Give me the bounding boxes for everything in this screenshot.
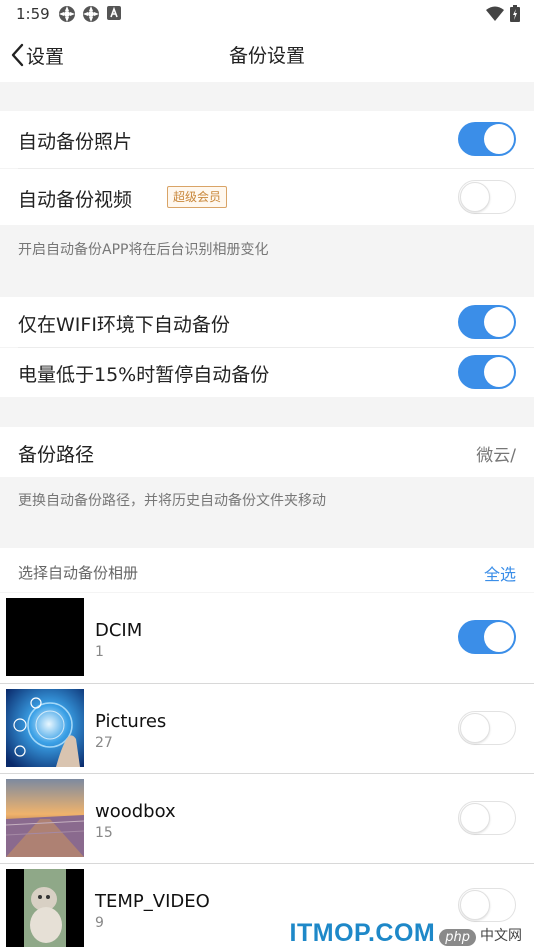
auto-backup-videos-toggle[interactable] <box>458 180 516 214</box>
album-count: 15 <box>95 825 113 841</box>
album-count: 27 <box>95 735 113 751</box>
album-toggle-woodbox[interactable] <box>458 801 516 835</box>
wifi-only-label: 仅在WIFI环境下自动备份 <box>18 314 230 336</box>
watermark-text: ITMOP.COM <box>289 919 436 947</box>
album-thumbnail <box>6 869 84 947</box>
wifi-only-toggle[interactable] <box>458 305 516 339</box>
low-battery-label: 电量低于15%时暂停自动备份 <box>18 364 270 386</box>
bike-icon <box>59 6 75 22</box>
battery-icon <box>510 5 520 22</box>
album-name: woodbox <box>95 801 176 822</box>
album-count: 9 <box>95 915 104 931</box>
album-row-woodbox: woodbox 15 <box>0 774 534 864</box>
album-thumbnail <box>6 779 84 857</box>
album-toggle-temp-video[interactable] <box>458 888 516 922</box>
nav-bar: 设置 备份设置 <box>0 28 534 82</box>
backup-path-label: 备份路径 <box>18 444 95 466</box>
album-name: TEMP_VIDEO <box>95 891 210 912</box>
site-watermark: ITMOP.COM php 中文网 <box>290 919 522 948</box>
auto-backup-videos-row: 自动备份视频 <box>0 169 534 225</box>
low-battery-row: 电量低于15%时暂停自动备份 <box>0 348 534 397</box>
page-title: 备份设置 <box>228 45 305 67</box>
wifi-icon <box>486 6 504 21</box>
album-name: Pictures <box>95 711 167 732</box>
album-list-title: 选择自动备份相册 <box>18 564 139 582</box>
album-toggle-dcim[interactable] <box>458 620 516 654</box>
auto-backup-photos-toggle[interactable] <box>458 122 516 156</box>
auto-backup-hint: 开启自动备份APP将在后台识别相册变化 <box>18 242 269 258</box>
backup-path-row[interactable]: 备份路径 微云/ <box>0 427 534 477</box>
album-thumbnail <box>6 689 84 767</box>
album-count: 1 <box>95 644 104 660</box>
bike-icon <box>83 6 99 22</box>
select-all-button[interactable]: 全选 <box>484 561 516 585</box>
watermark-php: php <box>439 929 476 946</box>
auto-backup-photos-label: 自动备份照片 <box>18 131 133 153</box>
super-member-badge: 超级会员 <box>167 186 228 208</box>
low-battery-toggle[interactable] <box>458 355 516 389</box>
auto-backup-videos-label: 自动备份视频 <box>18 189 133 211</box>
status-notification-icons <box>58 5 122 23</box>
backup-path-hint: 更换自动备份路径，并将历史自动备份文件夹移动 <box>18 493 326 509</box>
wifi-only-row: 仅在WIFI环境下自动备份 <box>0 297 534 347</box>
a-app-icon <box>107 6 121 20</box>
album-row-pictures: Pictures 27 <box>0 684 534 774</box>
status-time: 1:59 <box>16 5 50 23</box>
status-system-icons <box>486 5 520 22</box>
auto-backup-photos-row: 自动备份照片 <box>0 111 534 168</box>
watermark-cn: 中文网 <box>480 928 522 944</box>
album-name: DCIM <box>95 620 143 641</box>
album-thumbnail <box>6 598 84 676</box>
album-list-header: 选择自动备份相册 全选 <box>0 548 534 592</box>
backup-path-value: 微云/ <box>476 446 516 466</box>
status-bar: 1:59 <box>0 0 534 28</box>
album-toggle-pictures[interactable] <box>458 711 516 745</box>
album-row-dcim: DCIM 1 <box>0 593 534 683</box>
